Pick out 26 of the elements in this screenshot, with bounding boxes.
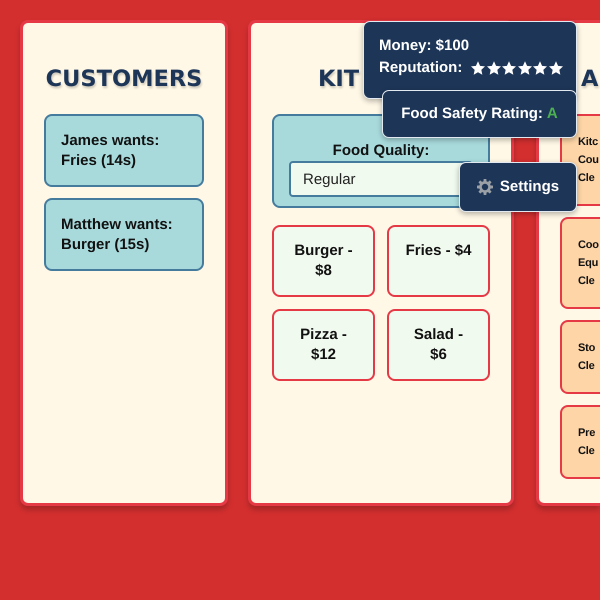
cleaning-task-button[interactable]: Coo Equ Cle [560, 217, 600, 309]
star-icon [518, 61, 532, 75]
menu-item-button[interactable]: Fries - $4 [387, 225, 490, 297]
cleaning-task-button[interactable]: Sto Cle [560, 320, 600, 394]
gear-icon [476, 179, 493, 195]
star-icon [486, 61, 501, 75]
order-text: James wants: Fries (14s) [61, 130, 160, 170]
menu-item-button[interactable]: Burger - $8 [272, 225, 375, 297]
panel-heading: A [581, 65, 598, 94]
panel-heading: KIT [318, 65, 360, 94]
settings-button[interactable]: Settings [459, 162, 577, 212]
reputation-label: Reputation: [379, 58, 462, 78]
menu-item-button[interactable]: Pizza - $12 [272, 309, 375, 381]
star-icon [548, 61, 563, 75]
panel-heading: CUSTOMERS [46, 65, 202, 94]
star-icon [533, 61, 548, 75]
food-quality-label: Food Quality: [332, 142, 430, 159]
order-text: Matthew wants: Burger (15s) [61, 214, 174, 254]
safety-grade: A [546, 104, 558, 124]
money-text: Money: $100 [379, 36, 470, 56]
quality-dropdown[interactable]: Regular [289, 161, 473, 197]
star-icon [502, 61, 516, 75]
menu-item-button[interactable]: Salad - $6 [387, 309, 490, 381]
safety-rating-label: Food Safety Rating: [401, 104, 543, 124]
star-icon [471, 61, 486, 75]
cleaning-task-button[interactable]: Pre Cle [560, 405, 600, 479]
